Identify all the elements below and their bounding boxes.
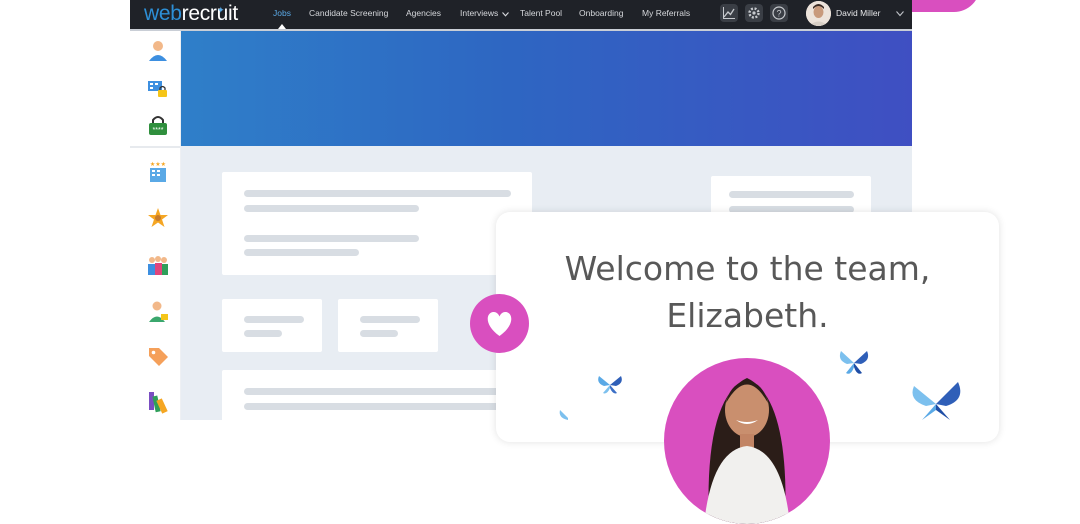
webrecruit-logo[interactable]: webrecruit ✦ bbox=[144, 2, 238, 26]
nav-talent-pool[interactable]: Talent Pool bbox=[520, 0, 562, 29]
new-hire-photo bbox=[664, 358, 830, 524]
hero-banner bbox=[181, 31, 912, 146]
butterfly-icon: ✦ bbox=[217, 5, 225, 15]
sidebar-divider bbox=[130, 146, 180, 148]
skeleton-line bbox=[360, 316, 420, 323]
skeleton-line bbox=[729, 191, 854, 198]
nav-interviews[interactable]: Interviews bbox=[460, 0, 498, 29]
help-icon[interactable]: ? bbox=[770, 4, 788, 22]
nav-agencies[interactable]: Agencies bbox=[406, 0, 441, 29]
chart-icon[interactable] bbox=[720, 4, 738, 22]
skeleton-line bbox=[244, 190, 511, 197]
nav-onboarding[interactable]: Onboarding bbox=[579, 0, 623, 29]
user-icon[interactable] bbox=[146, 38, 170, 62]
skeleton-line bbox=[244, 205, 419, 212]
org-lock-icon[interactable] bbox=[146, 76, 170, 100]
chevron-down-icon[interactable] bbox=[502, 12, 509, 17]
admin-lock-icon[interactable]: **** bbox=[146, 114, 170, 138]
svg-text:?: ? bbox=[776, 8, 781, 18]
chevron-down-icon[interactable] bbox=[896, 11, 904, 17]
heart-badge bbox=[470, 294, 529, 353]
employee-icon[interactable] bbox=[146, 299, 170, 323]
svg-text:★★★: ★★★ bbox=[150, 161, 166, 168]
avatar[interactable] bbox=[806, 1, 831, 26]
skeleton-line bbox=[244, 330, 282, 337]
nav-candidate-screening[interactable]: Candidate Screening bbox=[309, 0, 388, 29]
placeholder-card bbox=[222, 370, 522, 430]
butterfly-icon bbox=[839, 351, 869, 374]
placeholder-card bbox=[222, 299, 322, 352]
skeleton-line bbox=[360, 330, 398, 337]
rated-company-icon[interactable]: ★★★ bbox=[146, 160, 170, 184]
nav-my-referrals[interactable]: My Referrals bbox=[642, 0, 690, 29]
butterfly-icon bbox=[598, 376, 622, 394]
active-nav-indicator bbox=[278, 24, 286, 29]
skeleton-line bbox=[244, 388, 511, 395]
skeleton-line bbox=[244, 403, 511, 410]
team-icon[interactable] bbox=[146, 253, 170, 277]
welcome-name: Elizabeth. bbox=[666, 296, 829, 335]
skeleton-line bbox=[244, 316, 304, 323]
welcome-heading: Welcome to the team, bbox=[564, 249, 931, 288]
star-badge-icon[interactable] bbox=[146, 207, 170, 231]
placeholder-card bbox=[338, 299, 438, 352]
skeleton-line bbox=[244, 235, 419, 242]
gear-icon[interactable] bbox=[745, 4, 763, 22]
tag-icon[interactable] bbox=[146, 345, 170, 369]
palette-icon[interactable] bbox=[146, 390, 170, 414]
heart-icon bbox=[487, 311, 512, 336]
skeleton-line bbox=[244, 249, 359, 256]
butterfly-icon bbox=[912, 382, 961, 420]
user-name[interactable]: David Miller bbox=[836, 0, 880, 29]
placeholder-card bbox=[222, 172, 532, 275]
decorative-pink-blob bbox=[900, 0, 980, 12]
svg-text:****: **** bbox=[153, 127, 164, 134]
butterfly-icon bbox=[559, 410, 568, 420]
